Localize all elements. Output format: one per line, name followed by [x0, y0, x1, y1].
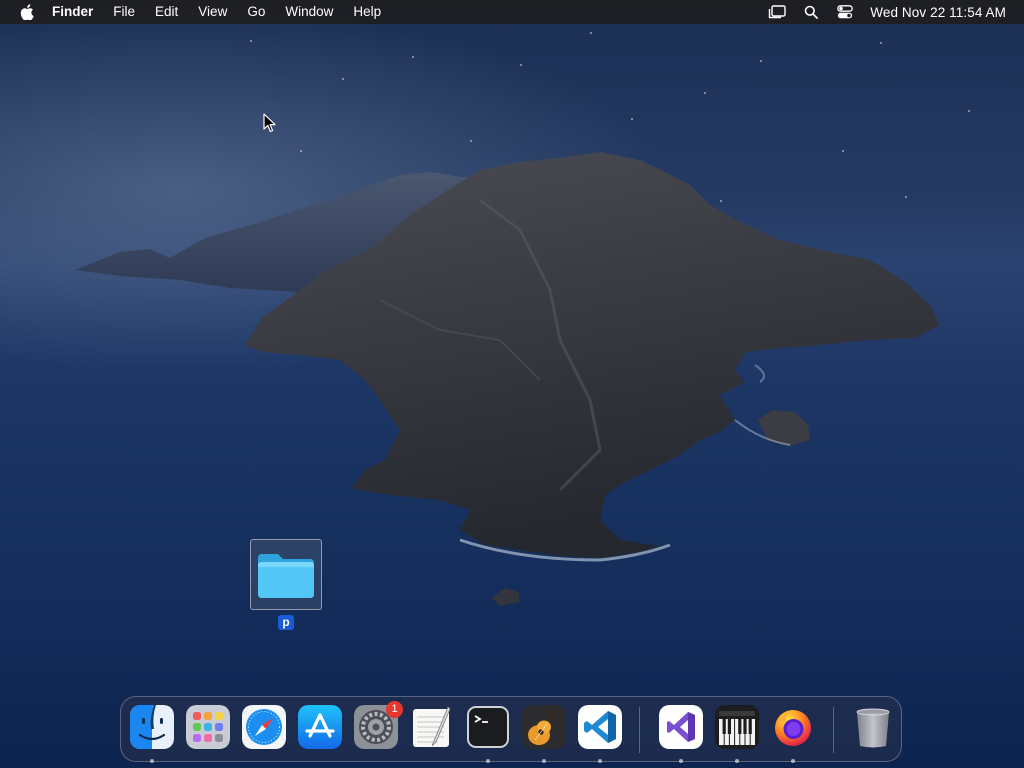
menu-bar-clock[interactable]: Wed Nov 22 11:54 AM — [870, 5, 1006, 20]
running-indicator — [735, 759, 739, 763]
menu-go[interactable]: Go — [237, 0, 275, 24]
trash-icon[interactable] — [851, 705, 895, 749]
folder-selection-frame[interactable] — [250, 539, 322, 610]
firefox-icon[interactable] — [771, 705, 815, 749]
stage-manager-icon[interactable] — [768, 4, 786, 20]
notification-badge: 1 — [386, 701, 403, 718]
dock-app-garageband[interactable] — [522, 705, 566, 763]
catalina-island-illustration — [75, 152, 940, 606]
dock: 1 — [120, 696, 902, 763]
mouse-pointer-icon — [263, 113, 276, 133]
running-indicator — [486, 759, 490, 763]
menu-help[interactable]: Help — [343, 0, 391, 24]
terminal-icon[interactable] — [466, 705, 510, 749]
spotlight-search-icon[interactable] — [802, 4, 820, 20]
desktop-wallpaper — [0, 0, 1024, 768]
menu-file[interactable]: File — [103, 0, 145, 24]
running-indicator — [791, 759, 795, 763]
dock-app-piano[interactable] — [715, 705, 759, 763]
safari-icon[interactable] — [242, 705, 286, 749]
dock-separator — [639, 707, 640, 753]
menu-window[interactable]: Window — [275, 0, 343, 24]
dock-app-visual-studio[interactable] — [659, 705, 703, 763]
dock-app-visual-studio-code[interactable] — [578, 705, 622, 763]
dock-app-launchpad[interactable] — [186, 705, 230, 749]
garageband-icon[interactable] — [522, 705, 566, 749]
running-indicator — [150, 759, 154, 763]
running-indicator — [679, 759, 683, 763]
dock-app-safari[interactable] — [242, 705, 286, 749]
folder-label[interactable]: p — [278, 615, 294, 630]
textedit-icon[interactable] — [410, 705, 454, 749]
launchpad-icon[interactable] — [186, 705, 230, 749]
vscode-icon[interactable] — [578, 705, 622, 749]
dock-app-firefox[interactable] — [771, 705, 815, 763]
dock-app-system-settings[interactable]: 1 — [354, 701, 403, 749]
menu-bar: Finder File Edit View Go Window Help Wed… — [0, 0, 1024, 24]
dock-app-textedit[interactable] — [410, 705, 454, 749]
menu-edit[interactable]: Edit — [145, 0, 188, 24]
running-indicator — [542, 759, 546, 763]
desktop-folder-p[interactable]: p — [250, 539, 322, 631]
running-indicator — [598, 759, 602, 763]
visual-studio-icon[interactable] — [659, 705, 703, 749]
dock-app-finder[interactable] — [130, 705, 174, 763]
dock-app-trash[interactable] — [851, 705, 895, 749]
control-center-icon[interactable] — [836, 4, 854, 20]
apple-logo-icon[interactable] — [20, 4, 34, 20]
menu-app-finder[interactable]: Finder — [52, 0, 103, 24]
menu-bar-status-area: Wed Nov 22 11:54 AM — [760, 4, 1024, 20]
folder-icon[interactable] — [256, 550, 316, 600]
dock-separator — [833, 707, 834, 753]
menu-view[interactable]: View — [188, 0, 237, 24]
dock-app-terminal[interactable] — [466, 705, 510, 763]
piano-keys-icon[interactable] — [715, 705, 759, 749]
finder-icon[interactable] — [130, 705, 174, 749]
app-store-icon[interactable] — [298, 705, 342, 749]
dock-app-app-store[interactable] — [298, 705, 342, 749]
